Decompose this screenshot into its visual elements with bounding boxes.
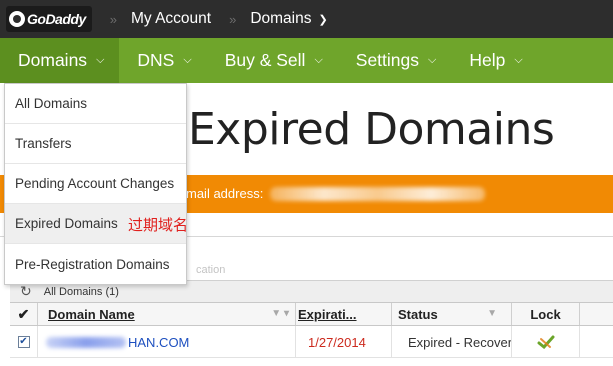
menu-item-label: Pre-Registration Domains xyxy=(15,256,170,272)
refresh-icon[interactable]: ↻ xyxy=(20,283,32,300)
menu-item-transfers[interactable]: Transfers xyxy=(5,124,186,164)
status-cell: Expired - Recovera xyxy=(392,326,512,358)
nav-dns[interactable]: DNS ⌵ xyxy=(119,38,206,83)
chevron-down-icon: ⌵ xyxy=(183,54,192,66)
chevron-down-icon: ⌵ xyxy=(96,54,105,66)
nav-domains-label: Domains xyxy=(18,50,88,70)
status-text: Expired - Recovera xyxy=(408,334,512,350)
expiration-cell: 1/27/2014 xyxy=(296,326,392,358)
faint-text: cation xyxy=(196,264,226,276)
chevron-down-icon: ⌵ xyxy=(428,54,437,66)
breadcrumb-domains-label: Domains xyxy=(250,10,312,27)
row-checkbox[interactable]: ✔ xyxy=(17,336,30,348)
grid-header: ✔ Domain Name ▼ ▾ Expirati... Status ▼ L… xyxy=(10,302,613,326)
nav-buy-sell-label: Buy & Sell xyxy=(224,50,306,70)
nav-domains[interactable]: Domains ⌵ xyxy=(0,38,120,83)
filter-icon[interactable]: ▼ xyxy=(487,308,497,319)
logo-ball-icon xyxy=(9,11,25,27)
breadcrumb-separator: » xyxy=(109,11,117,27)
nav-settings-label: Settings xyxy=(355,50,420,70)
menu-item-label: All Domains xyxy=(15,96,88,111)
column-expiration-label: Expirati... xyxy=(298,306,357,322)
nav-help-label: Help xyxy=(469,50,506,70)
menu-item-all-domains[interactable]: All Domains xyxy=(5,84,186,124)
menu-item-label: Transfers xyxy=(15,136,72,151)
checkmark-icon: ✔ xyxy=(17,305,30,322)
filter-icon[interactable]: ▼ ▾ xyxy=(271,308,289,319)
menu-item-label: Pending Account Changes xyxy=(15,176,175,191)
breadcrumb-separator: » xyxy=(229,11,236,27)
nav-help[interactable]: Help ⌵ xyxy=(451,38,537,83)
column-lock-label: Lock xyxy=(530,306,561,322)
domains-dropdown-menu: All Domains Transfers Pending Account Ch… xyxy=(4,83,187,285)
annotation-label: 过期域名 xyxy=(128,217,189,234)
menu-item-pre-registration-domains[interactable]: Pre-Registration Domains xyxy=(5,244,186,284)
lock-cell[interactable] xyxy=(512,326,580,358)
notice-text: mail address: xyxy=(186,186,264,201)
breadcrumb-my-account-label: My Account xyxy=(130,10,212,27)
domain-name-suffix: HAN.COM xyxy=(128,334,190,350)
nav-settings[interactable]: Settings ⌵ xyxy=(338,38,452,83)
breadcrumb-domains[interactable]: Domains ❯ xyxy=(250,10,327,28)
page-root: GoDaddy » My Account » Domains ❯ Domains ⌵… xyxy=(0,0,613,366)
menu-item-label: Expired Domains xyxy=(15,216,118,231)
top-bar: GoDaddy » My Account » Domains ❯ xyxy=(0,0,613,38)
nav-buy-sell[interactable]: Buy & Sell ⌵ xyxy=(207,38,338,83)
expiration-date: 1/27/2014 xyxy=(308,334,366,350)
logo-text: GoDaddy xyxy=(27,11,86,27)
column-lock[interactable]: Lock xyxy=(512,303,580,325)
redacted-email xyxy=(270,187,485,201)
column-domain-name[interactable]: Domain Name ▼ ▾ xyxy=(38,303,296,325)
column-status[interactable]: Status ▼ xyxy=(392,303,512,325)
nav-dns-label: DNS xyxy=(137,50,175,70)
chevron-down-icon: ❯ xyxy=(318,14,328,26)
select-all-header[interactable]: ✔ xyxy=(10,303,38,325)
column-domain-name-label: Domain Name xyxy=(48,306,135,322)
chevron-down-icon: ⌵ xyxy=(314,54,323,66)
table-row[interactable]: ✔ HAN.COM 1/27/2014 Expired - Recovera xyxy=(10,326,613,358)
grid-toolbar-label: All Domains (1) xyxy=(43,285,119,298)
row-select-cell: ✔ xyxy=(10,326,38,358)
godaddy-logo[interactable]: GoDaddy xyxy=(6,6,92,32)
main-nav: Domains ⌵ DNS ⌵ Buy & Sell ⌵ Settings ⌵ Help… xyxy=(0,38,613,83)
column-status-label: Status xyxy=(398,306,438,322)
chevron-down-icon: ⌵ xyxy=(514,54,523,66)
domain-name-cell[interactable]: HAN.COM xyxy=(38,326,296,358)
lock-check-icon xyxy=(537,335,554,349)
column-expiration[interactable]: Expirati... xyxy=(296,303,392,325)
breadcrumb-my-account[interactable]: My Account xyxy=(131,10,211,28)
page-title: Expired Domains xyxy=(188,104,555,155)
menu-item-pending-account-changes[interactable]: Pending Account Changes xyxy=(5,164,186,204)
redacted-domain xyxy=(46,336,126,348)
